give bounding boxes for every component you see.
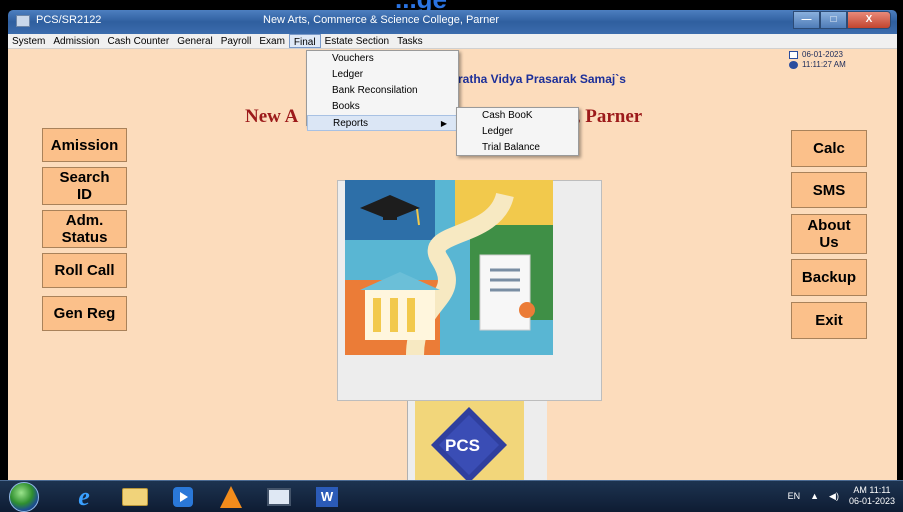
- taskbar-clock-date: 06-01-2023: [848, 496, 895, 506]
- menu-item-trial-balance[interactable]: Trial Balance: [457, 140, 578, 156]
- taskbar-clock[interactable]: AM 11:11 06-01-2023: [849, 485, 895, 507]
- main-panel: ratha Vidya Prasarak Samaj`s New Aollege…: [8, 49, 897, 480]
- menu-item-reports-label: Reports: [333, 118, 369, 129]
- language-indicator[interactable]: EN: [788, 491, 801, 501]
- menu-general[interactable]: General: [173, 34, 217, 48]
- menu-item-bank-reconsilation[interactable]: Bank Reconsilation: [307, 83, 458, 99]
- menu-exam[interactable]: Exam: [255, 34, 289, 48]
- menu-final[interactable]: Final: [288, 34, 321, 48]
- menu-item-books[interactable]: Books: [307, 99, 458, 115]
- windows-start-icon[interactable]: [9, 482, 39, 512]
- final-dropdown-menu: Vouchers Ledger Bank Reconsilation Books…: [306, 50, 459, 131]
- media-player-icon[interactable]: [166, 484, 200, 510]
- menu-item-vouchers[interactable]: Vouchers: [307, 51, 458, 67]
- reports-submenu: Cash BooK Ledger Trial Balance: [456, 107, 579, 156]
- maximize-button[interactable]: □: [820, 11, 847, 29]
- search-id-button[interactable]: Search ID: [42, 167, 127, 205]
- menu-system[interactable]: System: [8, 34, 49, 48]
- admission-button[interactable]: Amission: [42, 128, 127, 162]
- minimize-button[interactable]: —: [793, 11, 820, 29]
- submenu-arrow-icon: ▶: [440, 119, 447, 128]
- word-icon[interactable]: W: [310, 484, 344, 510]
- taskbar-clock-time: AM 11:11: [853, 485, 891, 495]
- backup-button[interactable]: Backup: [791, 259, 867, 296]
- sms-button[interactable]: SMS: [791, 172, 867, 208]
- volume-icon[interactable]: ◀): [829, 491, 839, 502]
- top-banner-fragment: ...ge: [395, 0, 447, 10]
- close-button[interactable]: X: [847, 11, 891, 29]
- top-strip: ...ge: [0, 0, 903, 10]
- menu-item-report-ledger[interactable]: Ledger: [457, 124, 578, 140]
- date-text: 06-01-2023: [802, 50, 843, 59]
- app-icon: [16, 15, 30, 27]
- exit-button[interactable]: Exit: [791, 302, 867, 339]
- gen-reg-button[interactable]: Gen Reg: [42, 296, 127, 331]
- pcs-logo: PCS: [415, 401, 524, 480]
- window-caption: New Arts, Commerce & Science College, Pa…: [263, 14, 499, 26]
- app-title: PCS/SR2122: [36, 14, 102, 26]
- window-titlebar[interactable]: PCS/SR2122 New Arts, Commerce & Science …: [8, 10, 897, 34]
- window-icon[interactable]: [262, 484, 296, 510]
- file-explorer-icon[interactable]: [118, 484, 152, 510]
- menu-estate-section[interactable]: Estate Section: [321, 34, 393, 48]
- education-illustration: [345, 180, 553, 355]
- tray-expand-icon[interactable]: ▲: [810, 491, 819, 501]
- menu-cash-counter[interactable]: Cash Counter: [103, 34, 173, 48]
- menu-admission[interactable]: Admission: [49, 34, 103, 48]
- vlc-icon[interactable]: [214, 484, 248, 510]
- menu-tasks[interactable]: Tasks: [393, 34, 427, 48]
- taskbar: e W EN ▲ ◀) AM 11:11 06-01-2023: [0, 480, 903, 512]
- menu-bar: System Admission Cash Counter General Pa…: [8, 34, 897, 49]
- about-us-button[interactable]: About Us: [791, 214, 867, 254]
- time-text: 11:11:27 AM: [802, 60, 846, 69]
- menu-item-reports[interactable]: Reports ▶: [307, 115, 458, 131]
- roll-call-button[interactable]: Roll Call: [42, 253, 127, 288]
- system-tray: EN ▲ ◀) AM 11:11 06-01-2023: [788, 485, 895, 507]
- pcs-logo-text: PCS: [445, 436, 480, 455]
- menu-item-cash-book[interactable]: Cash BooK: [457, 108, 578, 124]
- college-title-left: New A: [245, 106, 299, 127]
- datetime-display: 06-01-2023 11:11:27 AM: [789, 50, 846, 70]
- menu-payroll[interactable]: Payroll: [217, 34, 256, 48]
- adm-status-button[interactable]: Adm. Status: [42, 210, 127, 248]
- calendar-icon: [789, 51, 798, 59]
- internet-explorer-icon[interactable]: e: [67, 482, 101, 511]
- society-name: ratha Vidya Prasarak Samaj`s: [458, 72, 626, 86]
- clock-icon: [789, 61, 798, 69]
- calc-button[interactable]: Calc: [791, 130, 867, 167]
- menu-item-ledger[interactable]: Ledger: [307, 67, 458, 83]
